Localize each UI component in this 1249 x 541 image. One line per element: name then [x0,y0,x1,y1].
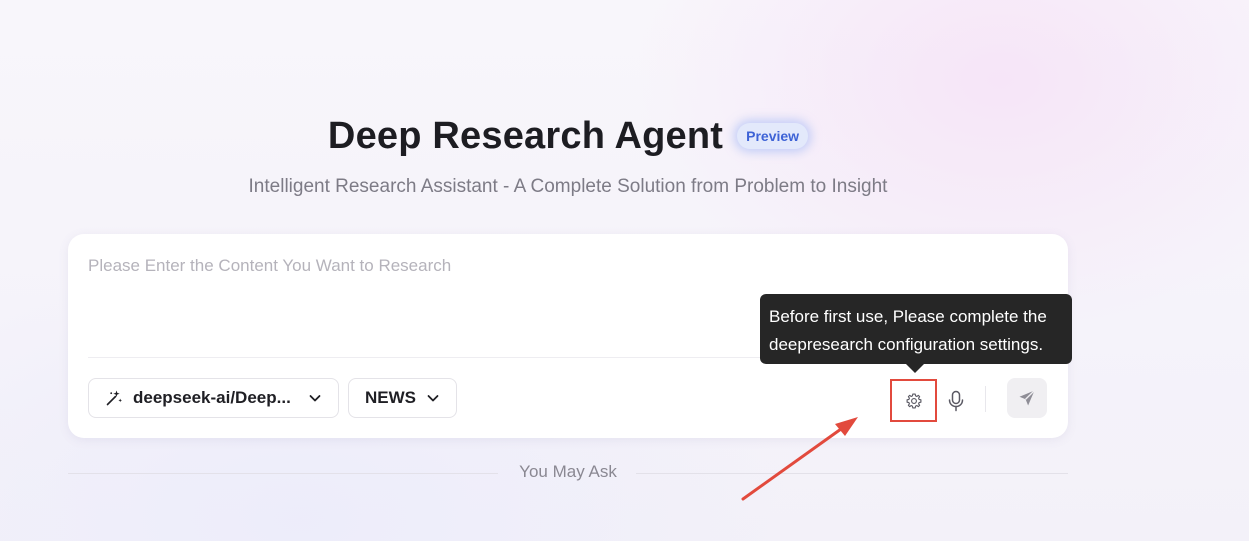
source-select[interactable]: NEWS [348,378,457,418]
preview-badge: Preview [737,123,809,149]
gear-icon [906,393,922,409]
model-select-label: deepseek-ai/Deep... [133,388,291,407]
settings-tooltip: Before first use, Please complete the de… [760,294,1072,364]
send-button[interactable] [1007,378,1047,418]
toolbar-separator [985,386,986,412]
microphone-button[interactable] [941,380,971,422]
microphone-icon [948,390,964,412]
settings-button[interactable] [890,380,938,422]
chevron-down-icon [309,395,321,402]
model-select[interactable]: deepseek-ai/Deep... [88,378,339,418]
title-row: Deep Research Agent Preview [0,110,1136,162]
source-select-label: NEWS [365,388,416,407]
suggestions-section: You May Ask [68,460,1068,486]
page-title: Deep Research Agent [327,114,724,157]
send-icon [1019,389,1035,406]
chevron-down-icon [427,395,439,402]
suggestions-heading: You May Ask [519,462,617,481]
page-subtitle: Intelligent Research Assistant - A Compl… [248,176,888,197]
sparkle-icon [105,389,123,407]
tooltip-arrow [906,364,924,373]
